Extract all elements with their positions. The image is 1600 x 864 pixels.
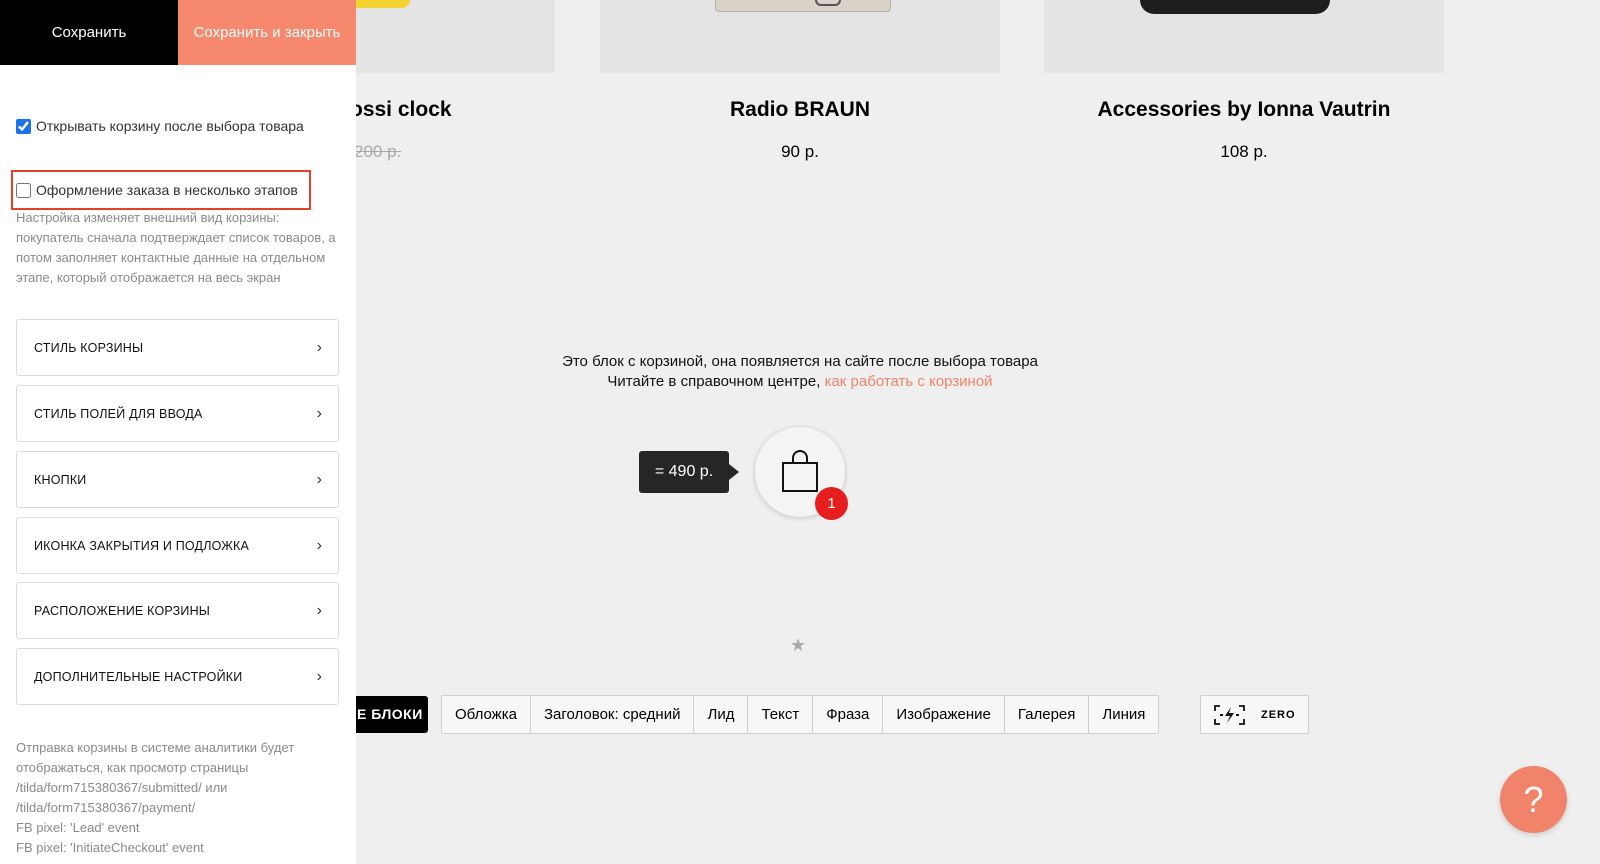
star-icon[interactable]: ★: [790, 636, 806, 654]
block-button-image[interactable]: Изображение: [883, 696, 1005, 733]
section-close-icon-overlay[interactable]: Иконка закрытия и подложка ›: [16, 517, 339, 574]
zero-block-label: ZERO: [1261, 708, 1296, 721]
block-button-text[interactable]: Текст: [748, 696, 814, 733]
product-title-2: Radio BRAUN: [730, 98, 870, 121]
multistep-checkout-option[interactable]: Оформление заказа в несколько этапов: [16, 182, 298, 198]
section-additional-settings[interactable]: Дополнительные настройки ›: [16, 648, 339, 705]
cart-count-badge: 1: [815, 487, 848, 520]
section-label: Дополнительные настройки: [34, 669, 243, 684]
chevron-right-icon: ›: [316, 601, 322, 619]
chevron-right-icon: ›: [316, 536, 322, 554]
section-input-style[interactable]: Стиль полей для ввода ›: [16, 385, 339, 442]
analytics-note-line: FB pixel: 'InitiateCheckout' event: [16, 840, 204, 855]
cart-info-line2: Читайте в справочном центре, как работат…: [500, 372, 1100, 392]
section-cart-position[interactable]: Расположение корзины ›: [16, 582, 339, 639]
section-cart-style[interactable]: Стиль корзины ›: [16, 319, 339, 376]
multistep-checkout-label: Оформление заказа в несколько этапов: [36, 182, 298, 198]
zero-block-icon: [1214, 704, 1245, 725]
help-button[interactable]: ?: [1500, 766, 1567, 833]
product-image-1: [340, 0, 555, 73]
open-cart-label: Открывать корзину после выбора товара: [36, 118, 304, 134]
block-button-phrase[interactable]: Фраза: [813, 696, 884, 733]
chevron-right-icon: ›: [316, 338, 322, 356]
open-cart-checkbox[interactable]: [16, 118, 31, 134]
chevron-right-icon: ›: [316, 404, 322, 422]
cart-total-tag: = 490 р.: [639, 451, 739, 493]
section-label: Стиль полей для ввода: [34, 406, 203, 421]
save-and-close-button[interactable]: Сохранить и закрыть: [178, 0, 356, 65]
block-button-cover[interactable]: Обложка: [442, 696, 531, 733]
section-label: Кнопки: [34, 472, 87, 487]
section-label: Расположение корзины: [34, 603, 211, 618]
zero-block-button[interactable]: ZERO: [1200, 695, 1309, 734]
product-image-2-radio-shape: [715, 0, 891, 12]
cart-info-line1: Это блок с корзиной, она появляется на с…: [562, 353, 1038, 370]
analytics-note-line: /tilda/form715380367/submitted/ или: [16, 780, 228, 795]
product-image-1-clock-shape: [350, 0, 410, 8]
cart-settings-panel: Сохранить Сохранить и закрыть Открывать …: [0, 0, 356, 864]
chevron-right-icon: ›: [316, 470, 322, 488]
section-label: Стиль корзины: [34, 340, 144, 355]
block-button-gallery[interactable]: Галерея: [1005, 696, 1090, 733]
open-cart-option[interactable]: Открывать корзину после выбора товара: [16, 118, 304, 134]
shopping-bag-icon: [782, 450, 818, 492]
cart-info-text: Читайте в справочном центре,: [607, 373, 821, 390]
analytics-note-line: отображаться, как просмотр страницы: [16, 760, 249, 775]
multistep-checkout-checkbox[interactable]: [16, 182, 31, 198]
block-button-line[interactable]: Линия: [1089, 696, 1158, 733]
section-label: Иконка закрытия и подложка: [34, 538, 250, 553]
analytics-note: Отправка корзины в системе аналитики буд…: [16, 738, 341, 858]
save-button[interactable]: Сохранить: [0, 0, 178, 65]
analytics-note-line: /tilda/form715380367/payment/: [16, 800, 196, 815]
analytics-note-line: FB pixel: 'Lead' event: [16, 820, 140, 835]
product-image-2-radio-knob: [815, 0, 841, 6]
chevron-right-icon: ›: [316, 667, 322, 685]
multistep-hint: Настройка изменяет внешний вид корзины: …: [16, 210, 336, 285]
product-title-3: Accessories by Ionna Vautrin: [1097, 98, 1391, 121]
cart-help-link[interactable]: как работать с корзиной: [825, 373, 993, 390]
product-price-1: 200 р.: [354, 142, 402, 161]
section-buttons[interactable]: Кнопки ›: [16, 451, 339, 508]
product-price-2: 90 р.: [781, 142, 819, 161]
product-title-1: ossi clock: [350, 98, 452, 121]
block-button-lead[interactable]: Лид: [694, 696, 749, 733]
product-image-3-accessory-shape: [1140, 0, 1330, 14]
analytics-note-line: Отправка корзины в системе аналитики буд…: [16, 740, 295, 755]
block-button-heading[interactable]: Заголовок: средний: [531, 696, 695, 733]
product-price-3: 108 р.: [1220, 142, 1268, 161]
cart-block-info: Это блок с корзиной, она появляется на с…: [500, 352, 1100, 392]
block-type-toolbar: Обложка Заголовок: средний Лид Текст Фра…: [441, 695, 1160, 734]
